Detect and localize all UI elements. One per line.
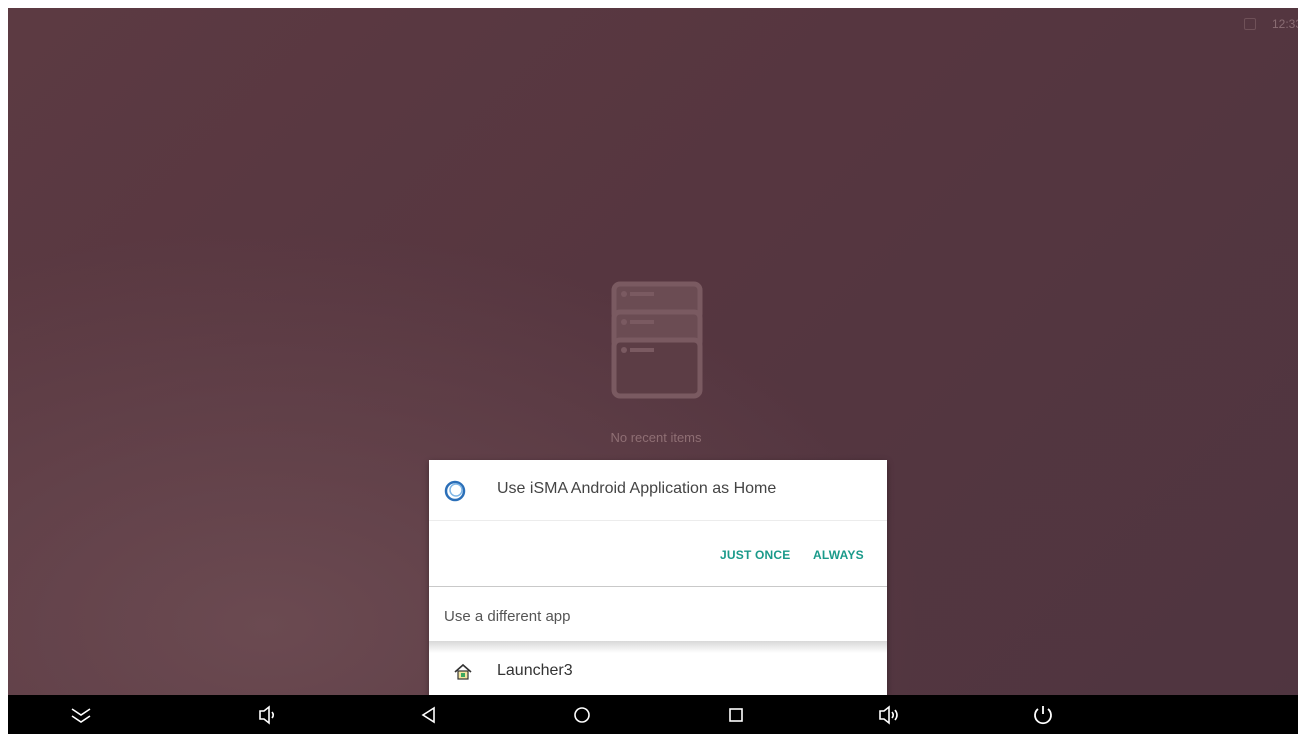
- app-list-item-label: Launcher3: [497, 662, 573, 679]
- wallpaper: 12:33 No recent items Use iSMA Android A…: [8, 8, 1298, 734]
- recents-empty-text: No recent items: [610, 430, 702, 445]
- app-list-item-launcher3[interactable]: Launcher3: [429, 654, 887, 695]
- dialog-header: Use iSMA Android Application as Home: [429, 460, 887, 521]
- navigation-bar: [8, 695, 1298, 734]
- collapse-chevron-icon[interactable]: [69, 703, 93, 727]
- just-once-button[interactable]: JUST ONCE: [720, 548, 790, 562]
- home-circle-icon[interactable]: [570, 703, 594, 727]
- different-app-heading: Use a different app: [444, 608, 571, 625]
- recents-square-icon[interactable]: [724, 703, 748, 727]
- dialog-title: Use iSMA Android Application as Home: [497, 480, 777, 497]
- home-launcher-icon: [454, 663, 472, 680]
- power-icon[interactable]: [1031, 703, 1055, 727]
- status-time: 12:33: [1271, 17, 1298, 31]
- dialog-button-row: JUST ONCE ALWAYS: [429, 520, 887, 587]
- home-app-chooser-dialog: Use iSMA Android Application as Home JUS…: [429, 460, 887, 695]
- recents-empty-icon: [611, 281, 703, 399]
- volume-up-icon[interactable]: [877, 703, 901, 727]
- isma-app-icon: [444, 480, 466, 502]
- back-triangle-icon[interactable]: [417, 703, 441, 727]
- volume-down-icon[interactable]: [256, 703, 280, 727]
- always-button[interactable]: ALWAYS: [813, 548, 864, 562]
- no-sim-icon: [1244, 18, 1256, 30]
- list-divider-shadow: [429, 641, 887, 653]
